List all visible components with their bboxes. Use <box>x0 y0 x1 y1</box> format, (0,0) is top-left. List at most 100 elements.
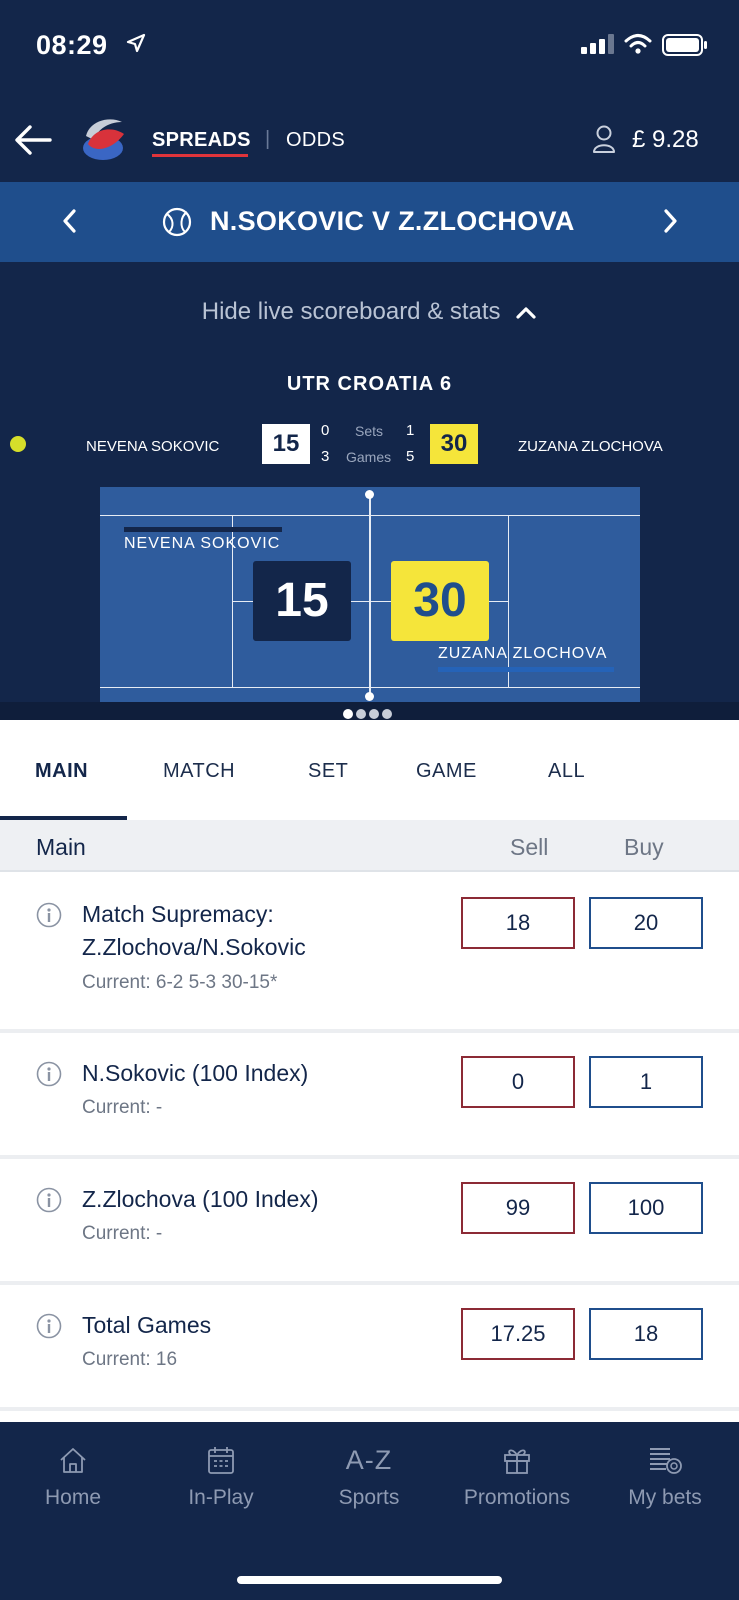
buy-column-label: Buy <box>624 834 664 860</box>
court-net <box>369 493 371 699</box>
sell-column-label: Sell <box>510 834 549 860</box>
battery-icon <box>662 34 708 61</box>
bottom-navigation: Home In-Play A-Z Sports Promotions My be… <box>0 1422 739 1600</box>
status-time: 08:29 <box>36 30 108 60</box>
market-name: Z.Zlochova (100 Index) <box>82 1186 319 1212</box>
market-name: Match Supremacy: Z.Zlochova/N.Sokovic <box>82 901 306 960</box>
market-row: Match Supremacy: Z.Zlochova/N.Sokovic Cu… <box>0 874 739 1033</box>
sell-price-button[interactable]: 18 <box>461 897 575 949</box>
nav-promotions[interactable]: Promotions <box>447 1442 587 1510</box>
market-row: N.Sokovic (100 Index) Current: - 0 1 <box>0 1033 739 1159</box>
info-icon[interactable] <box>36 1061 62 1087</box>
match-title: N.SOKOVIC V Z.ZLOCHOVA <box>210 206 575 236</box>
page-dot-4[interactable] <box>382 709 392 719</box>
market-name: N.Sokovic (100 Index) <box>82 1060 309 1086</box>
page-dot-3[interactable] <box>369 709 379 719</box>
spreads-active-underline <box>152 154 248 157</box>
info-icon[interactable] <box>36 1187 62 1213</box>
market-current: Current: - <box>82 1097 163 1118</box>
status-bar: 08:29 <box>0 0 739 90</box>
nav-sports-label: Sports <box>338 1486 400 1509</box>
court-player2-points: 30 <box>391 561 489 641</box>
tab-main[interactable]: MAIN <box>35 760 88 783</box>
bet-slip-icon <box>595 1442 735 1478</box>
nav-inplay-label: In-Play <box>188 1486 254 1509</box>
tab-set[interactable]: SET <box>308 760 348 783</box>
net-post-bottom <box>365 692 374 701</box>
nav-inplay[interactable]: In-Play <box>151 1442 291 1510</box>
user-account-icon[interactable] <box>592 124 616 159</box>
info-icon[interactable] <box>36 902 62 928</box>
toggle-scoreboard-label: Hide live scoreboard & stats <box>201 298 501 325</box>
nav-home[interactable]: Home <box>3 1442 143 1510</box>
calendar-icon <box>151 1442 291 1478</box>
player2-points: 30 <box>430 424 478 464</box>
tab-game[interactable]: GAME <box>416 760 477 783</box>
tab-match[interactable]: MATCH <box>163 760 235 783</box>
buy-price-button[interactable]: 18 <box>589 1308 703 1360</box>
a-z-icon: A-Z <box>345 1444 393 1475</box>
market-name: Total Games <box>82 1312 212 1338</box>
match-header-bar: N.SOKOVIC V Z.ZLOCHOVA <box>0 182 739 262</box>
toggle-scoreboard-link[interactable]: Hide live scoreboard & stats <box>0 298 739 327</box>
cellular-signal-icon <box>581 34 615 59</box>
section-title: Main <box>36 834 86 860</box>
account-balance[interactable]: £ 9.28 <box>632 126 699 154</box>
page-dot-1[interactable] <box>343 709 353 719</box>
net-post-top <box>365 490 374 499</box>
nav-my-bets[interactable]: My bets <box>595 1442 735 1510</box>
player2-name: ZUZANA ZLOCHOVA <box>518 438 663 455</box>
player1-court-bar <box>124 527 282 532</box>
player1-games: 3 <box>321 448 330 465</box>
player1-name: NEVENA SOKOVIC <box>86 438 220 455</box>
sets-label: Sets <box>355 423 384 439</box>
buy-price-button[interactable]: 1 <box>589 1056 703 1108</box>
nav-sports[interactable]: A-Z Sports <box>299 1442 439 1510</box>
tab-spreads[interactable]: SPREADS <box>152 129 251 152</box>
court-player1-points: 15 <box>253 561 351 641</box>
back-arrow-icon[interactable] <box>12 122 54 158</box>
market-row: Total Games Current: 16 17.25 18 <box>0 1285 739 1411</box>
player2-court-bar <box>438 667 614 672</box>
tournament-name: UTR CROATIA 6 <box>286 373 453 395</box>
scoreboard-page-dots[interactable] <box>343 706 399 719</box>
home-indicator[interactable] <box>237 1576 502 1584</box>
nav-my-bets-label: My bets <box>628 1486 702 1509</box>
tennis-ball-icon <box>162 207 192 242</box>
tab-odds[interactable]: ODDS <box>286 129 345 152</box>
market-current: Current: - <box>82 1223 163 1244</box>
nav-promotions-label: Promotions <box>463 1486 571 1509</box>
buy-price-button[interactable]: 100 <box>589 1182 703 1234</box>
header-separator: | <box>265 128 271 150</box>
gift-icon <box>447 1442 587 1478</box>
player2-sets: 1 <box>406 422 415 439</box>
wifi-icon <box>624 33 652 60</box>
previous-match-chevron-icon[interactable] <box>62 208 78 239</box>
court-player1-name: NEVENA SOKOVIC <box>124 535 281 552</box>
top-navigation: SPREADS | ODDS £ 9.28 <box>0 110 739 170</box>
sell-price-button[interactable]: 0 <box>461 1056 575 1108</box>
market-row: Z.Zlochova (100 Index) Current: - 99 100 <box>0 1159 739 1285</box>
sell-price-button[interactable]: 17.25 <box>461 1308 575 1360</box>
player1-sets: 0 <box>321 422 330 439</box>
player1-points: 15 <box>262 424 310 464</box>
next-match-chevron-icon[interactable] <box>662 208 678 239</box>
games-label: Games <box>346 449 392 465</box>
serving-indicator-icon <box>10 436 26 452</box>
tennis-court-visual[interactable]: NEVENA SOKOVIC 15 30 ZUZANA ZLOCHOVA <box>100 487 640 719</box>
info-icon[interactable] <box>36 1313 62 1339</box>
chevron-up-icon <box>515 299 537 327</box>
market-current: Current: 16 <box>82 1349 178 1370</box>
brand-logo[interactable] <box>80 114 126 164</box>
sell-price-button[interactable]: 99 <box>461 1182 575 1234</box>
page-dot-2[interactable] <box>356 709 366 719</box>
market-tabs: MAIN MATCH SET GAME ALL <box>0 720 739 820</box>
buy-price-button[interactable]: 20 <box>589 897 703 949</box>
section-header: Main Sell Buy <box>0 820 739 872</box>
location-arrow-icon <box>126 33 146 58</box>
home-icon <box>3 1442 143 1478</box>
player2-games: 5 <box>406 448 415 465</box>
tab-all[interactable]: ALL <box>548 760 585 783</box>
market-current: Current: 6-2 5-3 30-15* <box>82 972 278 993</box>
nav-home-label: Home <box>44 1486 102 1509</box>
